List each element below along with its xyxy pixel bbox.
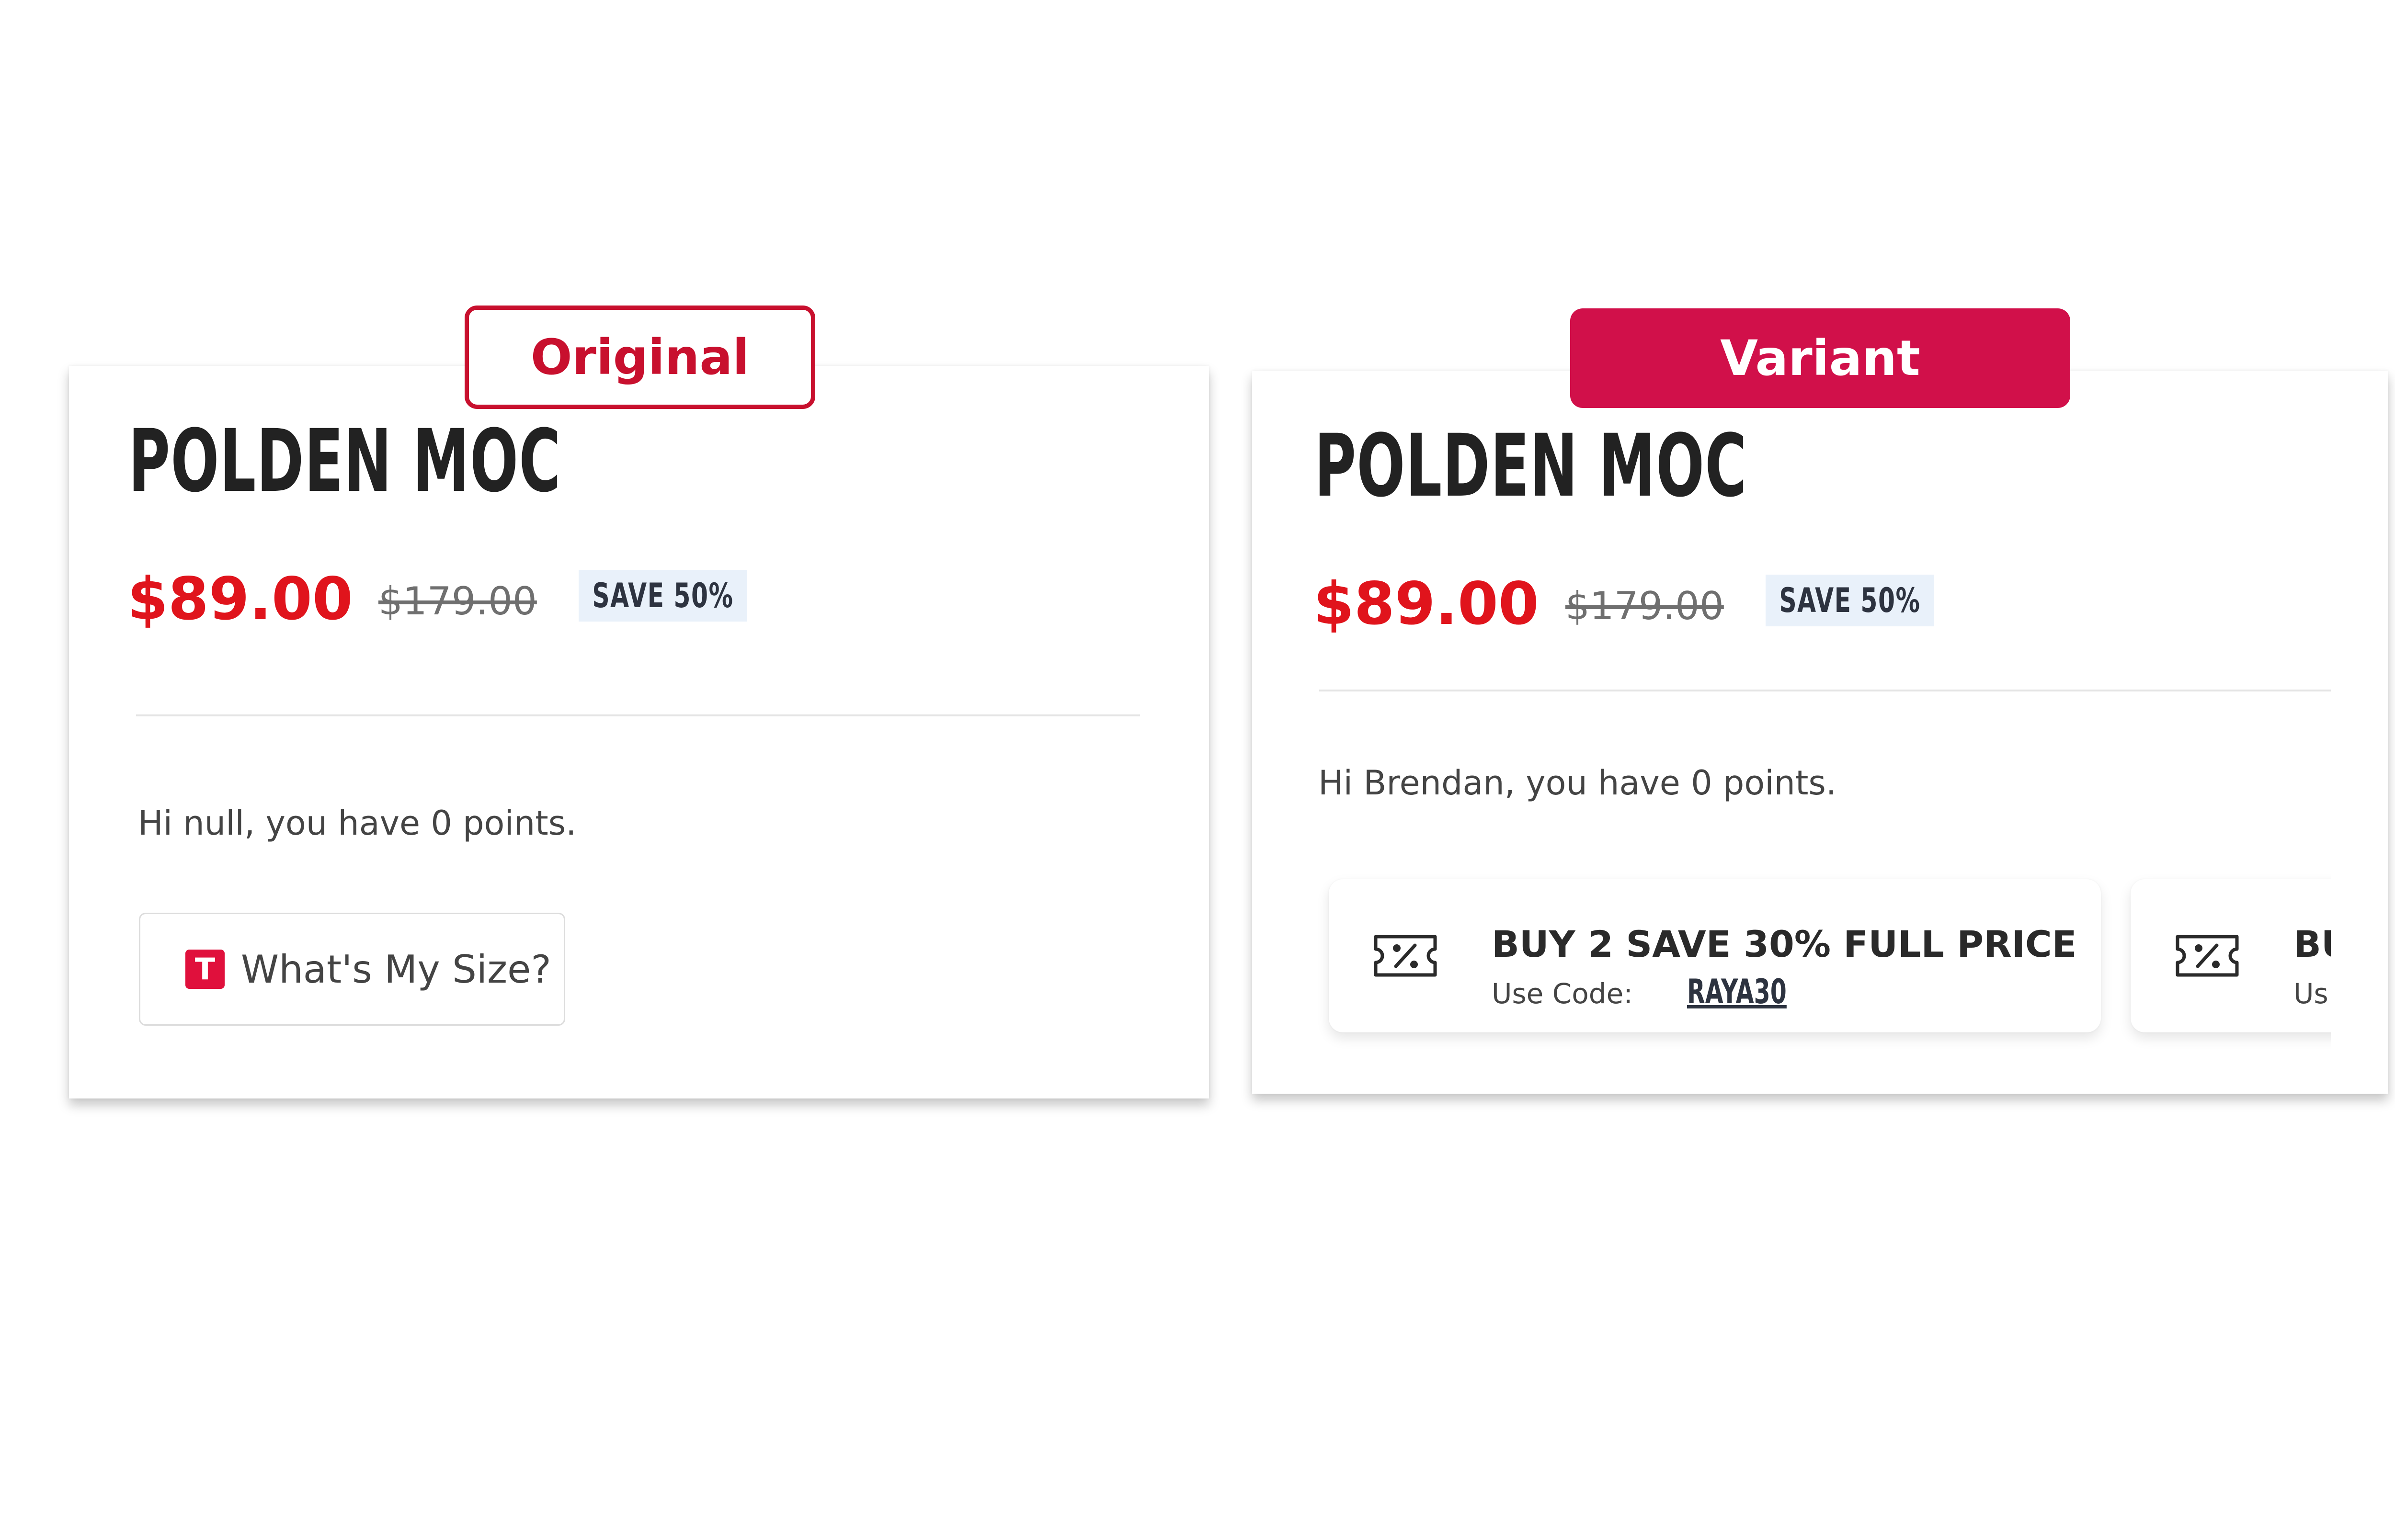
coupon-percent-icon [2176, 935, 2239, 977]
promo-title: BU [2293, 923, 2331, 965]
whats-my-size-button[interactable]: T What's My Size? [139, 913, 565, 1026]
coupon-percent-icon [1374, 935, 1437, 977]
sale-price: $89.00 [1313, 570, 1539, 638]
original-price: $179.00 [1565, 584, 1724, 628]
product-title: POLDEN MOC [1314, 416, 1747, 516]
original-product-card: POLDEN MOC $89.00 $179.00 SAVE 50% Hi nu… [69, 366, 1209, 1098]
sale-price: $89.00 [127, 565, 353, 633]
original-price: $179.00 [378, 579, 537, 623]
section-divider [136, 714, 1140, 716]
promo-card[interactable]: BUY 2 SAVE 30% FULL PRICE Use Code: RAYA… [1329, 879, 2101, 1032]
original-label-text: Original [530, 328, 750, 386]
save-badge-text: SAVE 50% [592, 576, 734, 615]
promo-code-label: Use Code: [1492, 977, 1633, 1010]
points-greeting: Hi Brendan, you have 0 points. [1318, 763, 1837, 803]
variant-label-tag: Variant [1570, 308, 2070, 408]
size-brand-logo-icon: T [185, 950, 225, 989]
variant-product-card: POLDEN MOC $89.00 $179.00 SAVE 50% Hi Br… [1252, 371, 2388, 1094]
points-greeting: Hi null, you have 0 points. [138, 804, 577, 843]
save-badge: SAVE 50% [579, 570, 747, 622]
svg-text:T: T [195, 954, 215, 984]
promo-card[interactable]: BU Us [2131, 879, 2331, 1032]
promo-title: BUY 2 SAVE 30% FULL PRICE [1492, 923, 2077, 965]
whats-my-size-label: What's My Size? [241, 947, 551, 992]
save-badge: SAVE 50% [1766, 575, 1934, 626]
variant-label-text: Variant [1720, 329, 1920, 387]
original-label-tag: Original [465, 306, 815, 409]
product-title: POLDEN MOC [128, 411, 561, 511]
promo-code-label: Us [2293, 977, 2328, 1010]
section-divider [1319, 690, 2331, 691]
promo-code[interactable]: RAYA30 [1687, 975, 1787, 1008]
promo-carousel[interactable]: BUY 2 SAVE 30% FULL PRICE Use Code: RAYA… [1252, 830, 2331, 1094]
save-badge-text: SAVE 50% [1779, 581, 1921, 620]
